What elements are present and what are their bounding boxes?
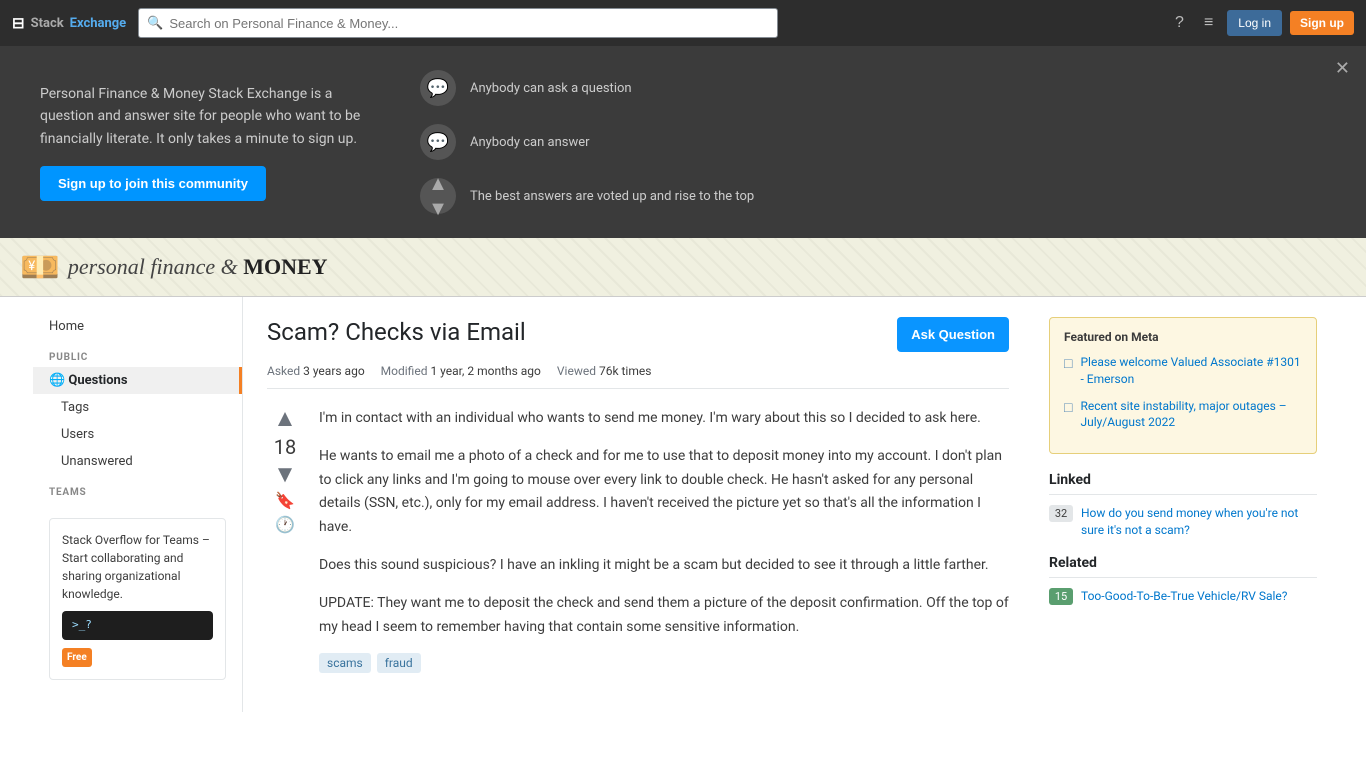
post-body: I'm in contact with an individual who wa…: [319, 407, 1009, 673]
vote-icon: ▲▼: [420, 178, 456, 214]
globe-icon: 🌐: [49, 373, 68, 388]
featured-item-2: □ Recent site instability, major outages…: [1064, 398, 1302, 432]
post-p1: I'm in contact with an individual who wa…: [319, 407, 1009, 431]
tag-fraud[interactable]: fraud: [377, 653, 421, 673]
sidebar-item-tags[interactable]: Tags: [33, 394, 242, 421]
teams-box: Stack Overflow for Teams – Start collabo…: [49, 518, 226, 680]
sidebar-item-unanswered[interactable]: Unanswered: [33, 448, 242, 475]
right-sidebar: Featured on Meta □ Please welcome Valued…: [1033, 297, 1333, 712]
content-area: Scam? Checks via Email Ask Question Aske…: [243, 297, 1033, 712]
nav-right: ? ≡ Log in Sign up: [1169, 10, 1354, 36]
promo-feature-answer: 💬 Anybody can answer: [420, 124, 754, 160]
linked-section: Linked 32 How do you send money when you…: [1049, 472, 1317, 539]
featured-meta-title: Featured on Meta: [1064, 330, 1302, 344]
main-layout: Home PUBLIC 🌐 Questions Tags Users Unans…: [33, 297, 1333, 712]
question-header: Scam? Checks via Email Ask Question: [267, 317, 1009, 352]
featured-link-2[interactable]: Recent site instability, major outages –…: [1080, 398, 1302, 432]
teams-title: Stack Overflow for Teams: [62, 533, 199, 547]
featured-meta-box: Featured on Meta □ Please welcome Valued…: [1049, 317, 1317, 454]
sidebar-teams-label: TEAMS: [33, 475, 242, 502]
search-input[interactable]: [169, 16, 769, 31]
question-meta: Asked 3 years ago Modified 1 year, 2 mon…: [267, 364, 1009, 389]
question-title: Scam? Checks via Email: [267, 317, 526, 348]
promo-feature-ask-label: Anybody can ask a question: [470, 81, 632, 96]
join-community-button[interactable]: Sign up to join this community: [40, 166, 266, 201]
meta-icon-2: □: [1064, 399, 1072, 416]
linked-score-1: 32: [1049, 505, 1073, 522]
asked-meta: Asked 3 years ago: [267, 364, 365, 378]
linked-link-1[interactable]: How do you send money when you're not su…: [1081, 505, 1317, 539]
post-tags: scams fraud: [319, 653, 1009, 673]
promo-feature-ask: 💬 Anybody can ask a question: [420, 70, 754, 106]
history-button[interactable]: 🕐: [275, 515, 295, 535]
promo-text: Personal Finance & Money Stack Exchange …: [40, 83, 380, 201]
teams-code-box: >_?: [62, 611, 213, 640]
site-name-bold: MONEY: [243, 254, 327, 279]
post-layout: ▲ 18 ▼ 🔖 🕐 I'm in contact with an indivi…: [267, 407, 1009, 673]
promo-close-button[interactable]: ✕: [1335, 58, 1350, 79]
promo-feature-vote: ▲▼ The best answers are voted up and ris…: [420, 178, 754, 214]
help-button[interactable]: ?: [1169, 10, 1190, 36]
featured-link-1[interactable]: Please welcome Valued Associate #1301 - …: [1080, 354, 1302, 388]
viewed-meta: Viewed 76k times: [557, 364, 652, 378]
bookmark-button[interactable]: 🔖: [275, 491, 295, 511]
search-bar[interactable]: 🔍: [138, 8, 778, 38]
post-p2: He wants to email me a photo of a check …: [319, 445, 1009, 540]
sidebar-nav: Home PUBLIC 🌐 Questions Tags Users Unans…: [33, 313, 242, 502]
tag-scams[interactable]: scams: [319, 653, 371, 673]
ask-question-button[interactable]: Ask Question: [897, 317, 1009, 352]
sidebar: Home PUBLIC 🌐 Questions Tags Users Unans…: [33, 297, 243, 712]
promo-description: Personal Finance & Money Stack Exchange …: [40, 83, 380, 150]
promo-feature-answer-label: Anybody can answer: [470, 135, 590, 150]
logo-stack: Stack: [31, 16, 64, 31]
vote-count: 18: [274, 435, 296, 459]
top-navigation: ⊟ Stack Exchange 🔍 ? ≡ Log in Sign up: [0, 0, 1366, 46]
post-p3: Does this sound suspicious? I have an in…: [319, 554, 1009, 578]
site-logo-nav[interactable]: ⊟ Stack Exchange: [12, 14, 126, 32]
related-section: Related 15 Too-Good-To-Be-True Vehicle/R…: [1049, 555, 1317, 605]
answer-icon: 💬: [420, 124, 456, 160]
vote-up-button[interactable]: ▲: [273, 407, 297, 431]
linked-title: Linked: [1049, 472, 1317, 495]
sidebar-item-questions[interactable]: 🌐 Questions: [33, 367, 242, 394]
related-score-1: 15: [1049, 588, 1073, 605]
sidebar-item-home[interactable]: Home: [33, 313, 242, 340]
related-item-1: 15 Too-Good-To-Be-True Vehicle/RV Sale?: [1049, 588, 1317, 605]
inbox-button[interactable]: ≡: [1198, 10, 1219, 36]
site-name-italic: personal finance &: [68, 254, 238, 279]
sidebar-public-label: PUBLIC: [33, 340, 242, 367]
vote-down-button[interactable]: ▼: [273, 463, 297, 487]
free-badge: Free: [62, 648, 92, 667]
logo-icon: ⊟: [12, 14, 25, 32]
site-logo[interactable]: 💴 personal finance & MONEY: [20, 248, 328, 286]
chat-icon: 💬: [420, 70, 456, 106]
related-title: Related: [1049, 555, 1317, 578]
search-icon: 🔍: [147, 16, 163, 31]
promo-banner: Personal Finance & Money Stack Exchange …: [0, 46, 1366, 238]
site-logo-text: personal finance & MONEY: [68, 254, 328, 280]
post-p4: UPDATE: They want me to deposit the chec…: [319, 592, 1009, 640]
site-logo-icon: 💴: [20, 248, 60, 286]
logo-exchange: Exchange: [70, 16, 127, 31]
promo-feature-vote-label: The best answers are voted up and rise t…: [470, 189, 754, 204]
related-link-1[interactable]: Too-Good-To-Be-True Vehicle/RV Sale?: [1081, 588, 1287, 605]
signup-button[interactable]: Sign up: [1290, 11, 1354, 35]
promo-features: 💬 Anybody can ask a question 💬 Anybody c…: [420, 70, 754, 214]
sidebar-item-users[interactable]: Users: [33, 421, 242, 448]
vote-cell: ▲ 18 ▼ 🔖 🕐: [267, 407, 303, 673]
modified-meta: Modified 1 year, 2 months ago: [381, 364, 541, 378]
meta-icon-1: □: [1064, 355, 1072, 372]
featured-item-1: □ Please welcome Valued Associate #1301 …: [1064, 354, 1302, 388]
login-button[interactable]: Log in: [1227, 10, 1282, 36]
linked-item-1: 32 How do you send money when you're not…: [1049, 505, 1317, 539]
site-header: 💴 personal finance & MONEY: [0, 238, 1366, 297]
